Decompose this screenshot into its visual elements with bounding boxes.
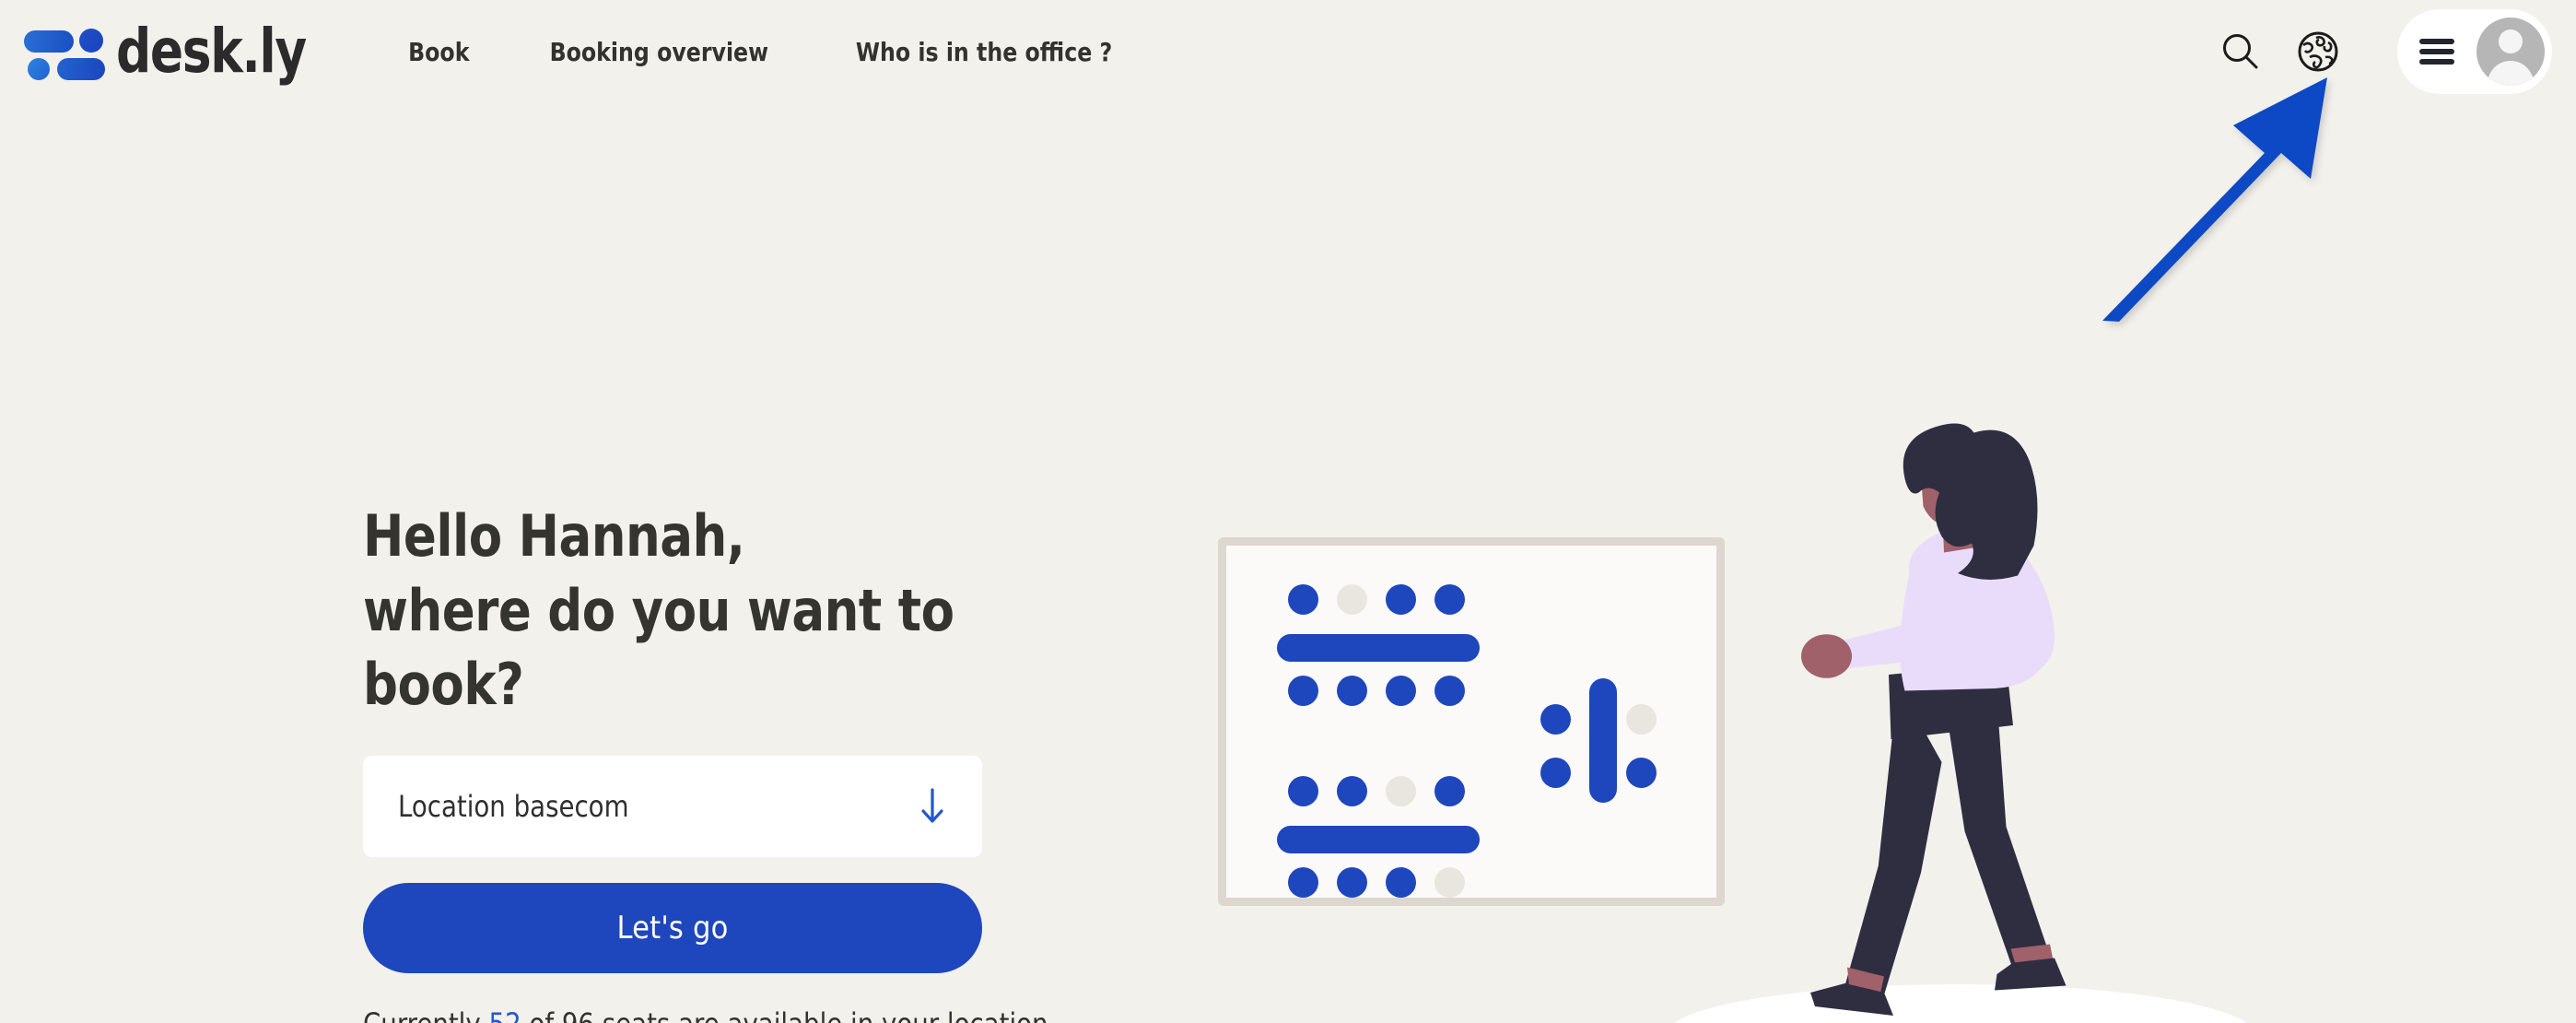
seat: [1288, 867, 1318, 898]
seat: [1337, 584, 1367, 615]
seat: [1288, 584, 1318, 615]
location-select-value: Location basecom: [398, 788, 629, 824]
seat: [1626, 704, 1657, 735]
top-header: desk.ly Book Booking overview Who is in …: [0, 0, 2576, 103]
people-dots-logo-icon: [22, 25, 105, 80]
lets-go-button[interactable]: Let's go: [363, 882, 982, 973]
desk: [1277, 826, 1480, 853]
seat: [1434, 584, 1465, 615]
search-button[interactable]: [2207, 18, 2274, 85]
hamburger-menu-icon[interactable]: [2419, 39, 2454, 65]
seat: [1434, 776, 1465, 806]
desk: [1277, 634, 1480, 662]
seat: [1386, 776, 1416, 806]
seat: [1386, 867, 1416, 898]
walking-person-illustration: [1801, 423, 2067, 1016]
office-room-layout-card: [1218, 537, 1725, 906]
greeting-line-2: where do you want to book?: [363, 576, 954, 719]
arrow-down-icon[interactable]: [918, 787, 947, 826]
seat: [1288, 676, 1318, 706]
main-navigation: Book Booking overview Who is in the offi…: [406, 28, 1120, 76]
seat: [1337, 867, 1367, 898]
hero-section: Hello Hannah, where do you want to book?…: [0, 103, 2576, 1023]
search-icon: [2223, 34, 2258, 69]
nav-item-booking-overview[interactable]: Booking overview: [550, 28, 768, 76]
seat: [1434, 867, 1465, 898]
language-globe-button[interactable]: [2285, 18, 2351, 85]
globe-icon: [2298, 31, 2338, 72]
seat: [1540, 704, 1571, 735]
seat-availability-text: Currently 52 of 96 seats are available i…: [363, 1006, 1056, 1023]
brand-logo[interactable]: desk.ly: [22, 21, 327, 82]
availability-suffix: seats are available in your location.: [594, 1006, 1057, 1023]
hero-copy-block: Hello Hannah, where do you want to book?…: [363, 500, 1056, 1023]
nav-item-who-is-in-the-office[interactable]: Who is in the office ?: [856, 28, 1112, 76]
location-select[interactable]: Location basecom: [363, 755, 982, 857]
brand-name: desk.ly: [116, 16, 307, 87]
seat: [1540, 758, 1571, 788]
seat: [1386, 584, 1416, 615]
nav-item-book[interactable]: Book: [408, 28, 469, 76]
availability-prefix: Currently: [363, 1006, 488, 1023]
hero-illustration: [1198, 417, 2441, 1023]
page-title: Hello Hannah, where do you want to book?: [363, 500, 958, 723]
availability-middle: of: [521, 1006, 562, 1023]
available-seats-count: 52: [488, 1006, 521, 1023]
seat: [1434, 676, 1465, 706]
account-menu-pill[interactable]: [2397, 9, 2552, 94]
desk: [1589, 678, 1617, 803]
seat: [1337, 776, 1367, 806]
user-avatar-icon[interactable]: [2476, 18, 2545, 86]
seat: [1288, 776, 1318, 806]
seat: [1337, 676, 1367, 706]
header-actions: [2207, 9, 2576, 94]
total-seats-count: 96: [562, 1006, 594, 1023]
seat: [1626, 758, 1657, 788]
seat: [1386, 676, 1416, 706]
greeting-line-1: Hello Hannah,: [363, 502, 745, 570]
